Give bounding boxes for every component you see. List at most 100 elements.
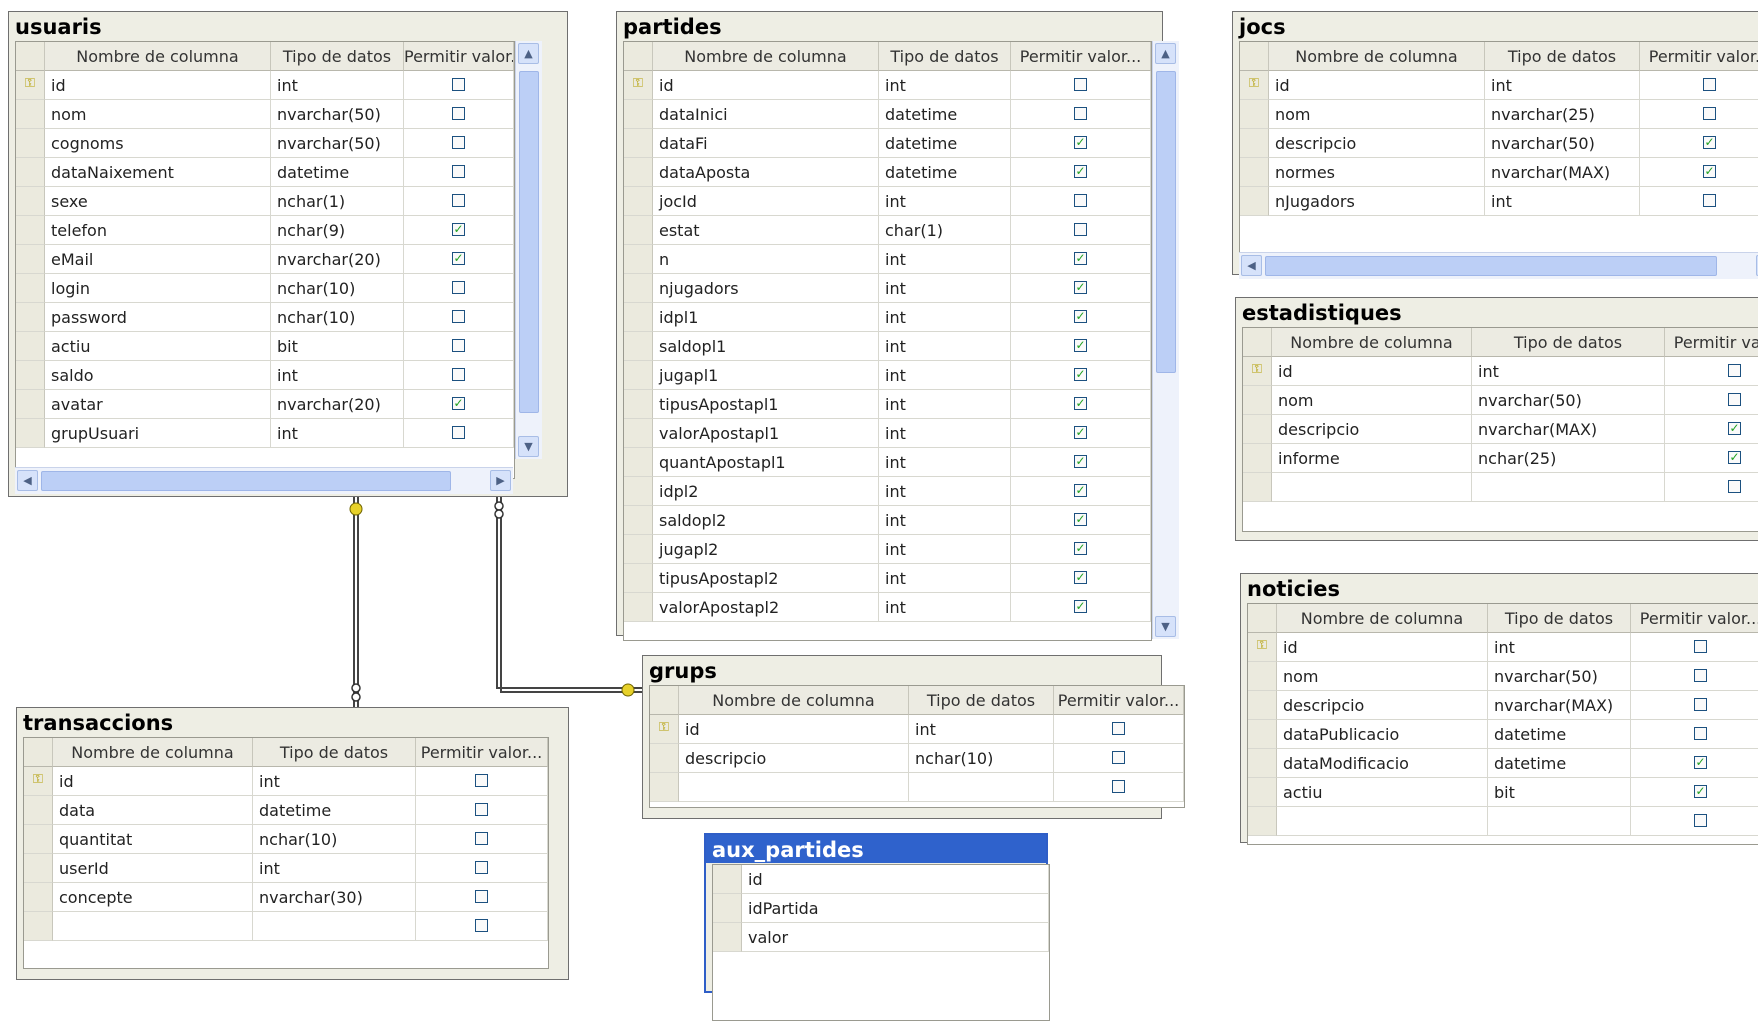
column-name-cell[interactable] [53, 912, 253, 941]
table-row[interactable]: n int ✓ [624, 245, 1151, 274]
column-name-cell[interactable]: descripcio [679, 744, 909, 773]
table-row[interactable]: telefon nchar(9) ✓ [16, 216, 514, 245]
table-row[interactable]: ⚿ id int [1240, 71, 1758, 100]
data-type-cell[interactable]: int [879, 448, 1011, 477]
allow-nulls-checkbox[interactable]: ✓ [1074, 571, 1087, 584]
row-header[interactable] [1243, 473, 1272, 502]
allow-nulls-checkbox[interactable]: ✓ [1074, 542, 1087, 555]
scroll-down-button[interactable]: ▼ [1155, 616, 1176, 637]
data-type-cell[interactable]: nvarchar(MAX) [1485, 158, 1640, 187]
header-allow-nulls[interactable]: Permitir valor... [416, 738, 548, 767]
allow-nulls-checkbox[interactable] [1728, 480, 1741, 493]
data-type-cell[interactable]: datetime [879, 100, 1011, 129]
column-name-cell[interactable]: id [45, 71, 271, 100]
allow-nulls-checkbox[interactable]: ✓ [1728, 451, 1741, 464]
column-name-cell[interactable]: njugadors [653, 274, 879, 303]
column-name-cell[interactable]: descripcio [1277, 691, 1488, 720]
table-row[interactable] [1243, 473, 1758, 502]
scrollbar-thumb[interactable] [1156, 71, 1176, 373]
table-row[interactable]: descripcio nvarchar(MAX) [1248, 691, 1758, 720]
data-type-cell[interactable]: nchar(10) [271, 274, 404, 303]
data-type-cell[interactable] [253, 912, 416, 941]
table-row[interactable]: sexe nchar(1) [16, 187, 514, 216]
table-row[interactable]: saldopl2 int ✓ [624, 506, 1151, 535]
row-header[interactable] [24, 883, 53, 912]
column-name-cell[interactable]: id [53, 767, 253, 796]
horizontal-scrollbar[interactable]: ◀▶ [1239, 252, 1758, 279]
data-type-cell[interactable] [1488, 807, 1631, 836]
table-row[interactable]: idPartida [713, 894, 1049, 923]
data-type-cell[interactable]: int [1472, 357, 1665, 386]
allow-nulls-checkbox[interactable] [475, 890, 488, 903]
data-type-cell[interactable]: nvarchar(50) [1488, 662, 1631, 691]
table-row[interactable]: avatar nvarchar(20) ✓ [16, 390, 514, 419]
data-type-cell[interactable]: int [1485, 71, 1640, 100]
row-header[interactable] [624, 100, 653, 129]
data-type-cell[interactable]: nchar(1) [271, 187, 404, 216]
table-row[interactable]: ⚿ id int [650, 715, 1184, 744]
scroll-right-button[interactable]: ▶ [490, 470, 511, 491]
data-type-cell[interactable]: datetime [879, 158, 1011, 187]
data-type-cell[interactable]: int [253, 854, 416, 883]
column-name-cell[interactable]: descripcio [1269, 129, 1485, 158]
relationship-usuaris-transaccions[interactable] [349, 497, 363, 708]
allow-nulls-checkbox[interactable]: ✓ [1728, 422, 1741, 435]
data-type-cell[interactable]: nvarchar(50) [1472, 386, 1665, 415]
allow-nulls-checkbox[interactable]: ✓ [1074, 252, 1087, 265]
allow-nulls-checkbox[interactable] [1074, 194, 1087, 207]
row-header[interactable] [624, 129, 653, 158]
allow-nulls-checkbox[interactable] [1703, 107, 1716, 120]
data-type-cell[interactable]: nchar(10) [271, 303, 404, 332]
allow-nulls-checkbox[interactable]: ✓ [1074, 310, 1087, 323]
column-name-cell[interactable]: nom [45, 100, 271, 129]
table-noticies[interactable]: noticies Nombre de columna Tipo de datos Pe… [1240, 573, 1758, 845]
column-name-cell[interactable]: nom [1272, 386, 1472, 415]
row-header[interactable] [16, 303, 45, 332]
row-header[interactable] [16, 187, 45, 216]
header-allow-nulls[interactable]: Permitir valor... [1631, 604, 1758, 633]
table-row[interactable]: dataFi datetime ✓ [624, 129, 1151, 158]
allow-nulls-checkbox[interactable]: ✓ [1694, 785, 1707, 798]
header-allow-nulls[interactable]: Permitir valor... [1665, 328, 1758, 357]
allow-nulls-checkbox[interactable]: ✓ [1074, 339, 1087, 352]
row-header[interactable] [24, 796, 53, 825]
header-column-name[interactable]: Nombre de columna [1277, 604, 1488, 633]
header-allow-nulls[interactable]: Permitir valor... [1640, 42, 1758, 71]
column-grid[interactable]: Nombre de columna Tipo de datos Permitir v… [1247, 603, 1758, 845]
allow-nulls-checkbox[interactable] [1112, 780, 1125, 793]
row-header[interactable] [624, 303, 653, 332]
column-name-cell[interactable]: nom [1269, 100, 1485, 129]
allow-nulls-checkbox[interactable] [452, 78, 465, 91]
row-header[interactable]: ⚿ [1240, 71, 1269, 100]
table-row[interactable]: descripcio nvarchar(50) ✓ [1240, 129, 1758, 158]
row-header[interactable] [16, 390, 45, 419]
table-row[interactable]: tipusApostapl1 int ✓ [624, 390, 1151, 419]
column-name-cell[interactable]: userId [53, 854, 253, 883]
vertical-scrollbar[interactable]: ▲ ▼ [1152, 41, 1179, 639]
column-name-cell[interactable]: normes [1269, 158, 1485, 187]
row-header[interactable] [713, 894, 742, 923]
allow-nulls-checkbox[interactable]: ✓ [1074, 513, 1087, 526]
row-header[interactable] [16, 361, 45, 390]
allow-nulls-checkbox[interactable] [1694, 698, 1707, 711]
row-header[interactable] [1240, 100, 1269, 129]
header-data-type[interactable]: Tipo de datos [1485, 42, 1640, 71]
data-type-cell[interactable]: int [879, 187, 1011, 216]
row-header[interactable]: ⚿ [650, 715, 679, 744]
scrollbar-thumb[interactable] [41, 471, 451, 491]
data-type-cell[interactable]: nvarchar(MAX) [1472, 415, 1665, 444]
row-header[interactable] [624, 361, 653, 390]
table-row[interactable]: eMail nvarchar(20) ✓ [16, 245, 514, 274]
allow-nulls-checkbox[interactable] [452, 339, 465, 352]
allow-nulls-checkbox[interactable] [475, 861, 488, 874]
data-type-cell[interactable]: nvarchar(50) [271, 129, 404, 158]
allow-nulls-checkbox[interactable]: ✓ [1703, 165, 1716, 178]
data-type-cell[interactable]: int [879, 535, 1011, 564]
allow-nulls-checkbox[interactable] [452, 194, 465, 207]
data-type-cell[interactable]: datetime [253, 796, 416, 825]
column-name-cell[interactable]: saldopl2 [653, 506, 879, 535]
header-allow-nulls[interactable]: Permitir valor. [404, 42, 514, 71]
table-grups[interactable]: grups Nombre de columna Tipo de datos Permi… [642, 655, 1185, 819]
data-type-cell[interactable]: nchar(10) [909, 744, 1054, 773]
data-type-cell[interactable] [909, 773, 1054, 802]
